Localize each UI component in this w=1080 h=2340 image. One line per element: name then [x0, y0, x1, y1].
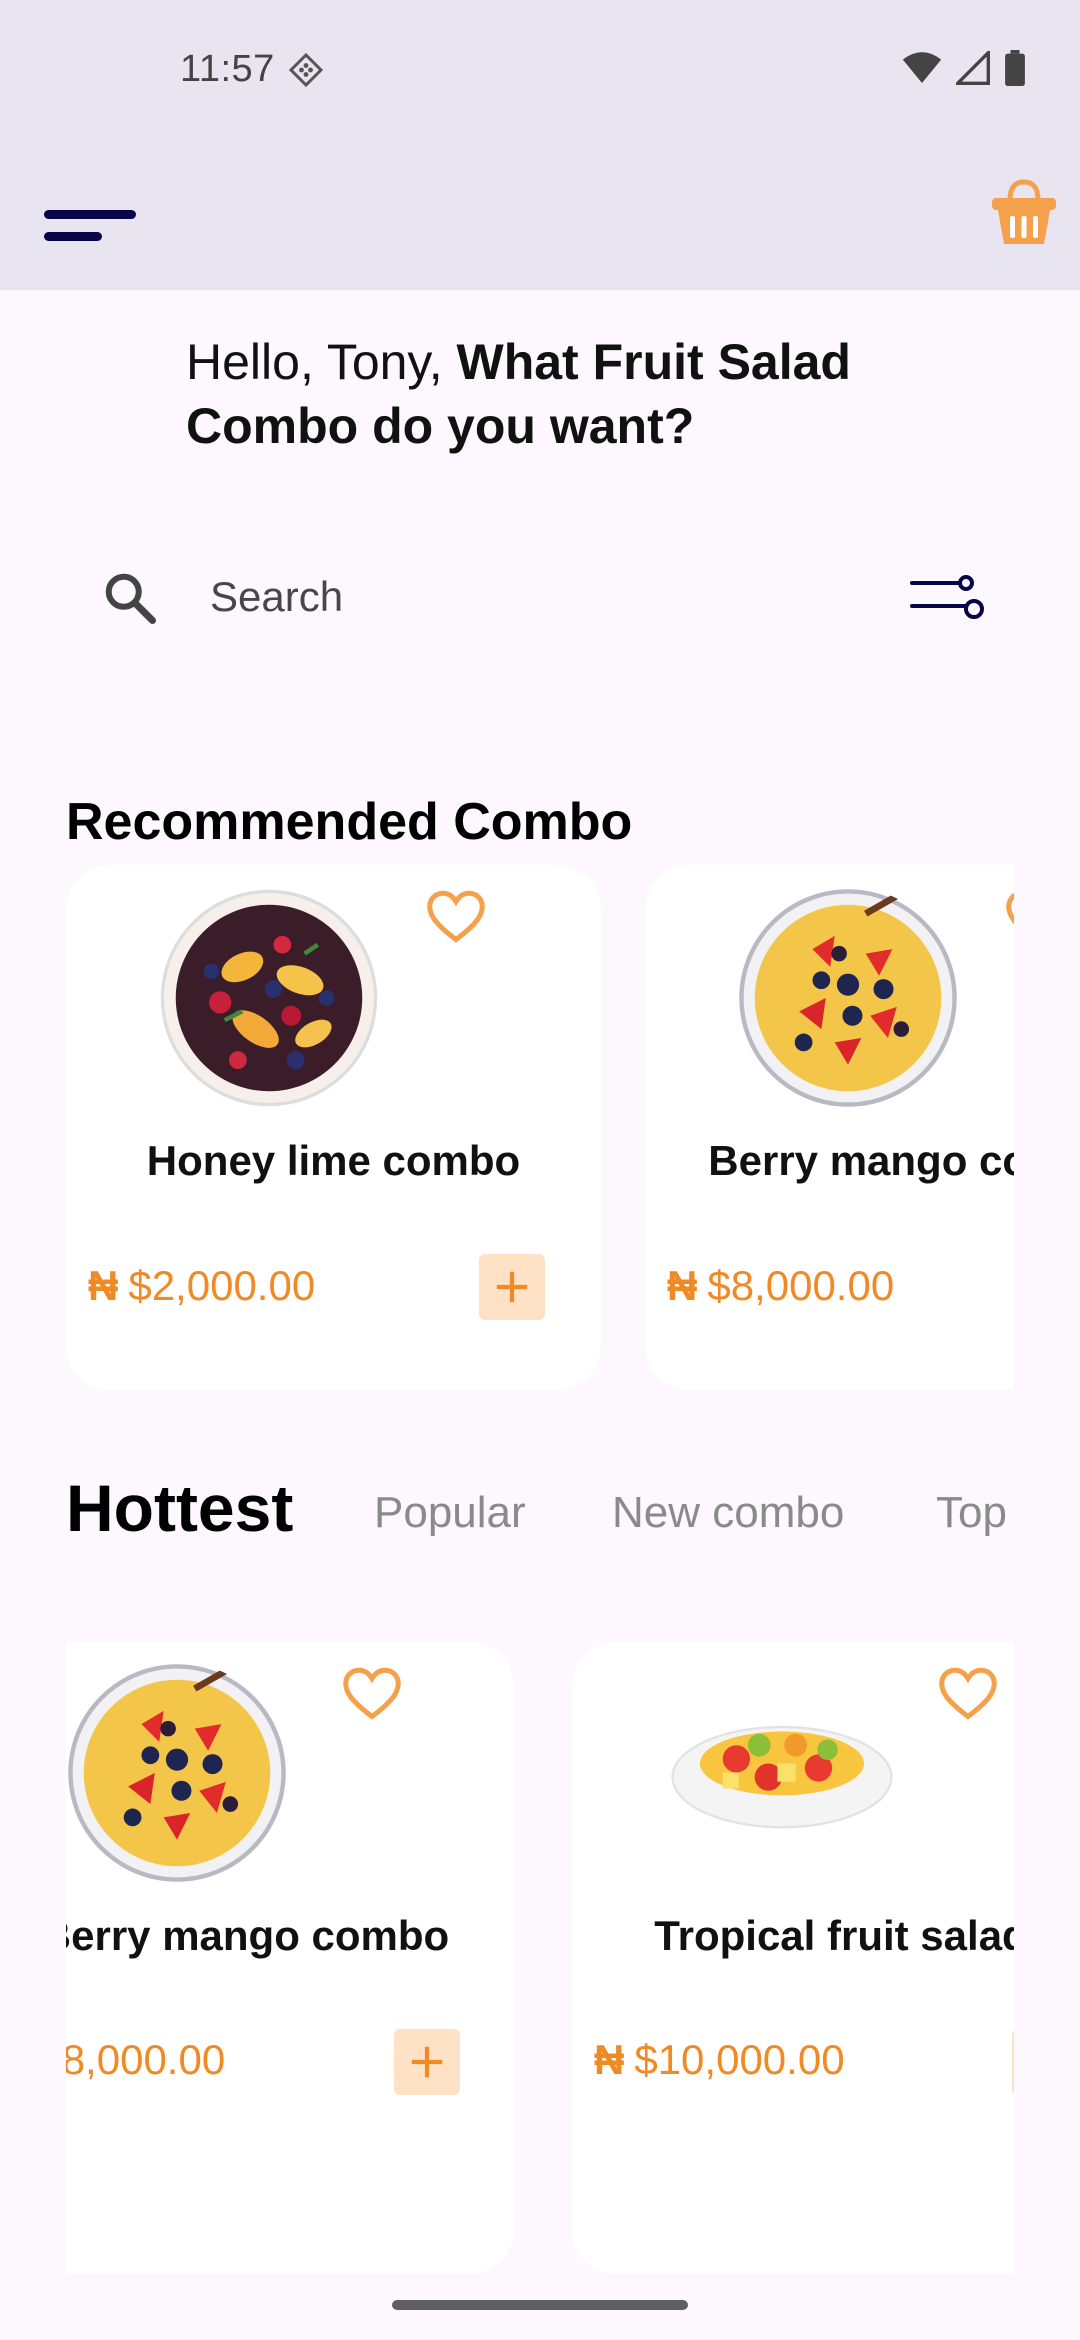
currency-symbol: ₦: [594, 2036, 625, 2083]
combo-card[interactable]: Berry mango combo ₦$8,000.00: [66, 1642, 514, 2274]
price-value: $8,000.00: [707, 1262, 895, 1309]
status-bar: 11:57: [0, 0, 1080, 140]
search-input[interactable]: [210, 564, 810, 630]
greeting-text: Hello, Tony, What Fruit Salad Combo do y…: [186, 330, 1006, 458]
honey-lime-salad-image: [160, 889, 378, 1107]
combo-name: Berry mango combo: [708, 1137, 1014, 1184]
app-bar: [0, 140, 1080, 290]
tab-popular[interactable]: Popular: [374, 1488, 526, 1538]
combo-price: ₦ $2,000.00: [88, 1262, 315, 1310]
heart-icon[interactable]: [342, 1666, 402, 1722]
status-time: 11:57: [180, 48, 275, 90]
currency-symbol: ₦: [88, 1262, 119, 1309]
plus-icon: [496, 1271, 528, 1303]
tab-top[interactable]: Top: [936, 1488, 1007, 1538]
combo-card[interactable]: Honey lime combo ₦ $2,000.00: [66, 865, 601, 1390]
combo-name: Tropical fruit salad: [654, 1912, 1014, 1959]
greeting-prefix: Hello, Tony,: [186, 334, 457, 390]
category-tabs: Hottest Popular New combo Top: [66, 1470, 1014, 1550]
search-icon: [105, 573, 156, 624]
currency-symbol: ₦: [667, 1262, 698, 1309]
add-to-cart-button[interactable]: [394, 2029, 460, 2095]
wifi-icon: [902, 52, 942, 83]
basket-icon[interactable]: [990, 178, 1058, 248]
plus-icon: [411, 2046, 443, 2078]
recommended-carousel[interactable]: Honey lime combo ₦$2,000.00 Berry mango: [66, 865, 1014, 1390]
battery-icon: [1005, 50, 1025, 86]
heart-icon[interactable]: [938, 1666, 998, 1722]
add-to-cart-button[interactable]: [1012, 2029, 1014, 2095]
combo-card[interactable]: Tropical fruit salad ₦ $10,000.00: [572, 1642, 1014, 2274]
filter-icon[interactable]: [910, 568, 984, 628]
heart-icon[interactable]: [426, 889, 486, 945]
heart-icon[interactable]: [1005, 889, 1014, 945]
search-bar: [100, 560, 1000, 634]
tab-new-combo[interactable]: New combo: [612, 1488, 844, 1538]
status-notification-icon: [288, 52, 324, 88]
combo-price: ₦ $10,000.00: [594, 2036, 845, 2084]
menu-icon[interactable]: [44, 206, 140, 246]
add-to-cart-button[interactable]: [479, 1254, 545, 1320]
signal-icon: [956, 51, 990, 85]
combo-price: ₦$8,000.00: [667, 1262, 894, 1310]
combo-name: Honey lime combo: [146, 1137, 521, 1184]
price-value: $10,000.00: [634, 2036, 845, 2083]
recommended-title: Recommended Combo: [66, 793, 633, 851]
hottest-carousel[interactable]: Berry mango combo ₦$8,000.00 Tropical fr…: [66, 1642, 1014, 2274]
combo-name: Berry mango combo: [66, 1912, 450, 1959]
price-value: $2,000.00: [128, 1262, 316, 1309]
price-value: $8,000.00: [66, 2036, 226, 2083]
combo-card[interactable]: Berry mango combo ₦$8,000.00: [645, 865, 1014, 1390]
berry-mango-salad-image: [68, 1664, 286, 1882]
combo-price: ₦$8,000.00: [66, 2036, 225, 2084]
tropical-fruit-salad-image: [671, 1725, 893, 1829]
tab-hottest[interactable]: Hottest: [66, 1470, 293, 1546]
berry-mango-salad-image: [739, 889, 957, 1107]
gesture-nav-handle[interactable]: [392, 2300, 688, 2310]
